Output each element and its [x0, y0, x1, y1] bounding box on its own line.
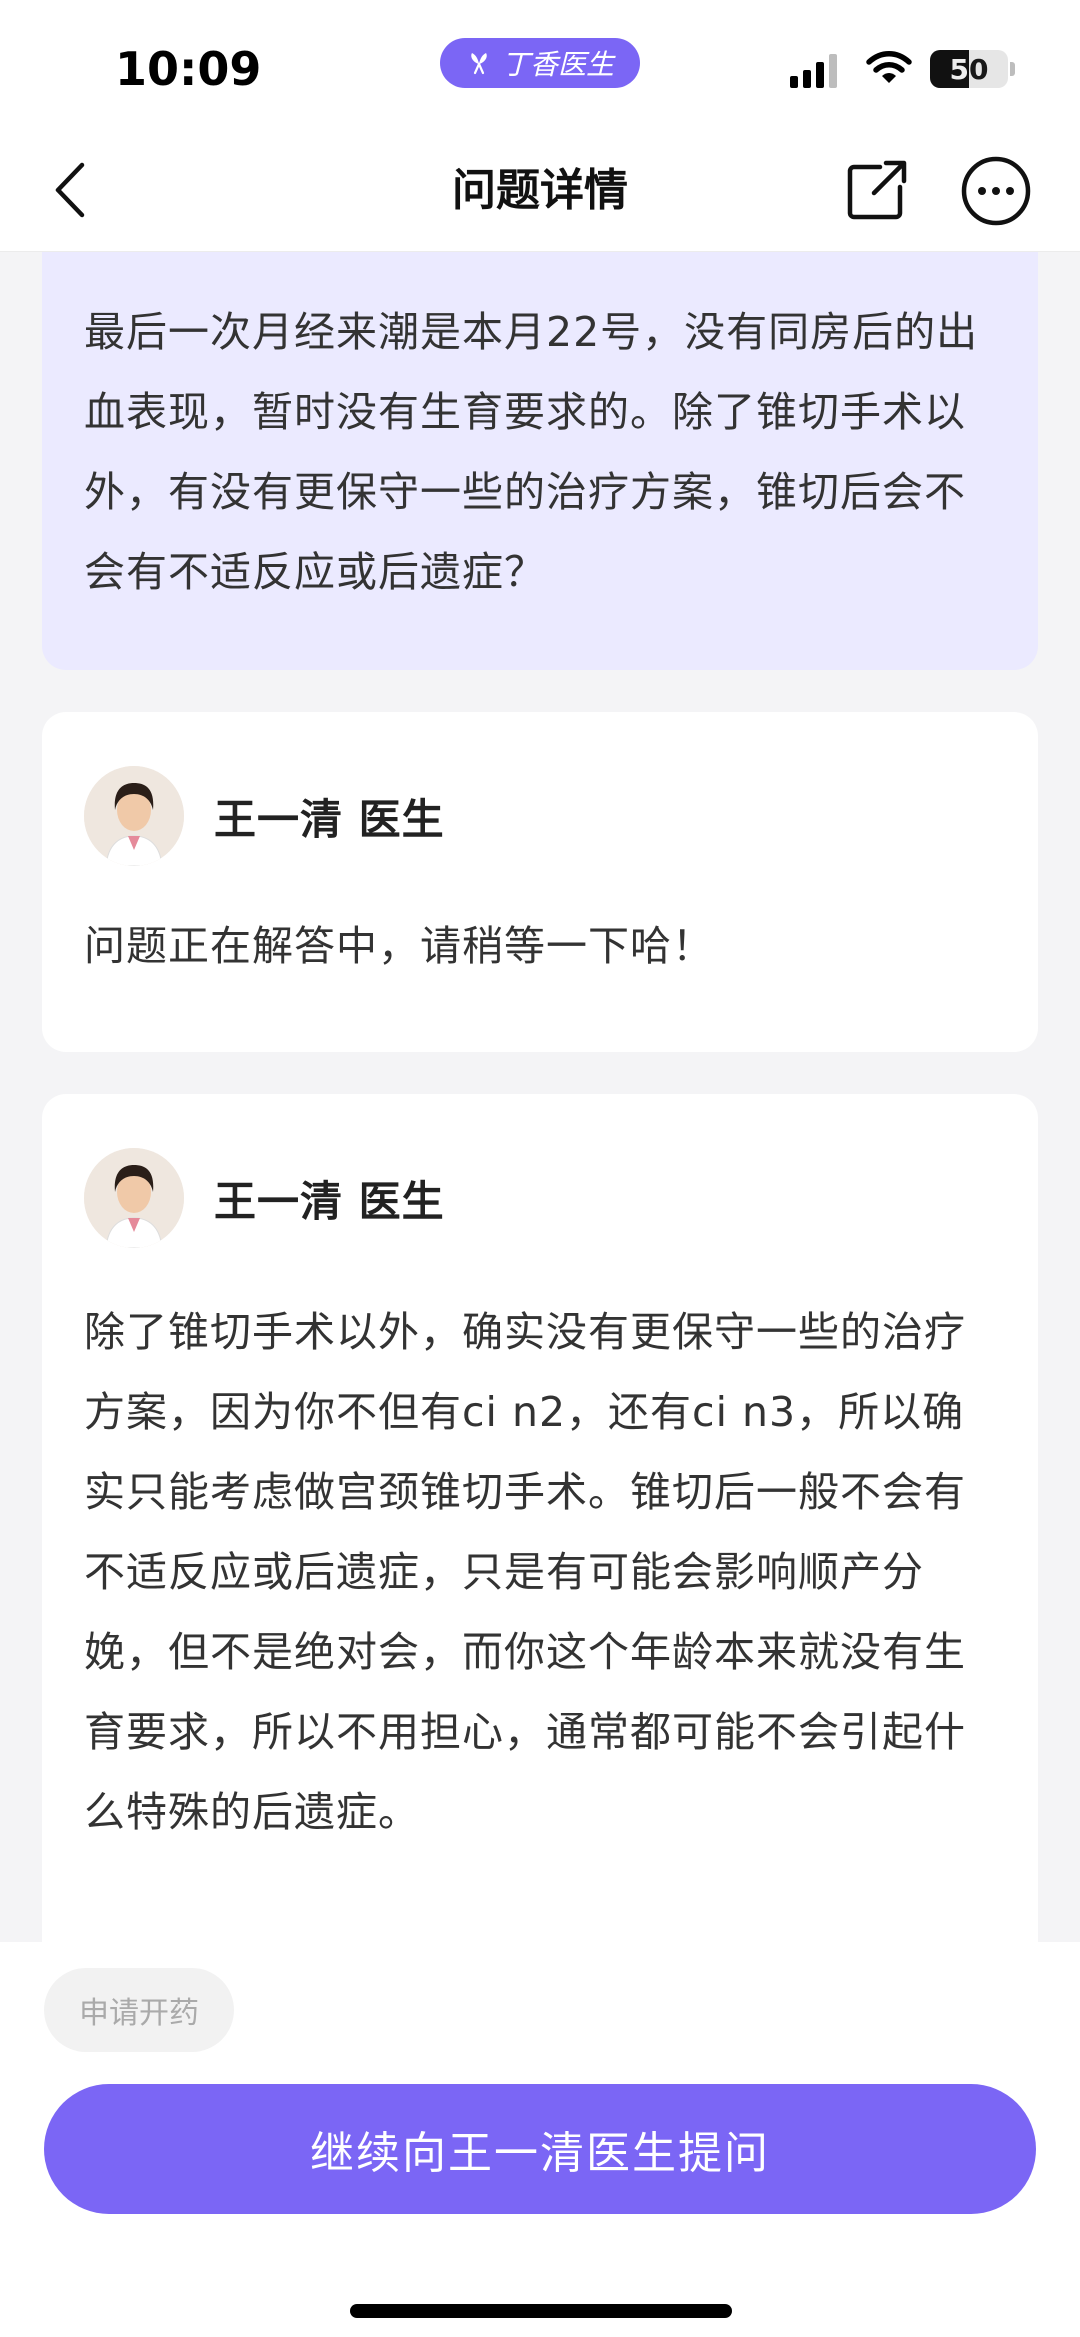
- battery-icon: 50: [930, 50, 1008, 88]
- answer-card: 王一清 医生 除了锥切手术以外，确实没有更保守一些的治疗方案，因为你不但有ci …: [42, 1094, 1038, 1942]
- doctor-name[interactable]: 王一清 医生: [214, 1168, 445, 1229]
- page: 10:09 丁香医生 50 问题详情 最后一次月经来潮是本月22号，没有同房后的…: [0, 0, 1080, 2337]
- share-icon[interactable]: [840, 155, 912, 227]
- more-icon[interactable]: [960, 155, 1032, 227]
- wifi-icon: [866, 51, 912, 83]
- ask-doctor-button[interactable]: 继续向王一清医生提问: [44, 2084, 1036, 2214]
- avatar[interactable]: [84, 766, 184, 866]
- doctor-photo-icon: [84, 766, 184, 866]
- doctor-photo-icon: [84, 1148, 184, 1248]
- app-badge-label: 丁香医生: [501, 48, 614, 81]
- clove-flower-icon: [471, 53, 487, 75]
- answer-card: 王一清 医生 问题正在解答中，请稍等一下哈！: [42, 712, 1038, 1052]
- bottom-action-bar: 申请开药 继续向王一清医生提问: [0, 1942, 1080, 2337]
- doctor-name[interactable]: 王一清 医生: [214, 786, 445, 847]
- conversation-content[interactable]: 最后一次月经来潮是本月22号，没有同房后的出血表现，暂时没有生育要求的。除了锥切…: [0, 252, 1080, 1942]
- answer-text: 问题正在解答中，请稍等一下哈！: [84, 922, 714, 970]
- home-indicator[interactable]: [350, 2304, 732, 2318]
- cellular-signal-icon: [790, 52, 837, 88]
- app-badge[interactable]: 丁香医生: [440, 38, 640, 88]
- nav-bar: 问题详情: [0, 130, 1080, 252]
- page-title: 问题详情: [452, 165, 628, 216]
- battery-tip: [1010, 62, 1015, 76]
- status-time: 10:09: [115, 42, 262, 96]
- battery-level: 50: [949, 52, 989, 86]
- doctor-row[interactable]: 王一清 医生: [84, 1148, 998, 1248]
- status-bar: 10:09 丁香医生 50: [0, 0, 1080, 130]
- chevron-left-icon[interactable]: [40, 155, 110, 225]
- avatar[interactable]: [84, 1148, 184, 1248]
- answer-text: 除了锥切手术以外，确实没有更保守一些的治疗方案，因为你不但有ci n2，还有ci…: [84, 1308, 966, 1836]
- doctor-row[interactable]: 王一清 医生: [84, 766, 998, 866]
- request-prescription-chip[interactable]: 申请开药: [44, 1968, 234, 2052]
- question-card: 最后一次月经来潮是本月22号，没有同房后的出血表现，暂时没有生育要求的。除了锥切…: [42, 252, 1038, 670]
- question-text: 最后一次月经来潮是本月22号，没有同房后的出血表现，暂时没有生育要求的。除了锥切…: [84, 308, 979, 596]
